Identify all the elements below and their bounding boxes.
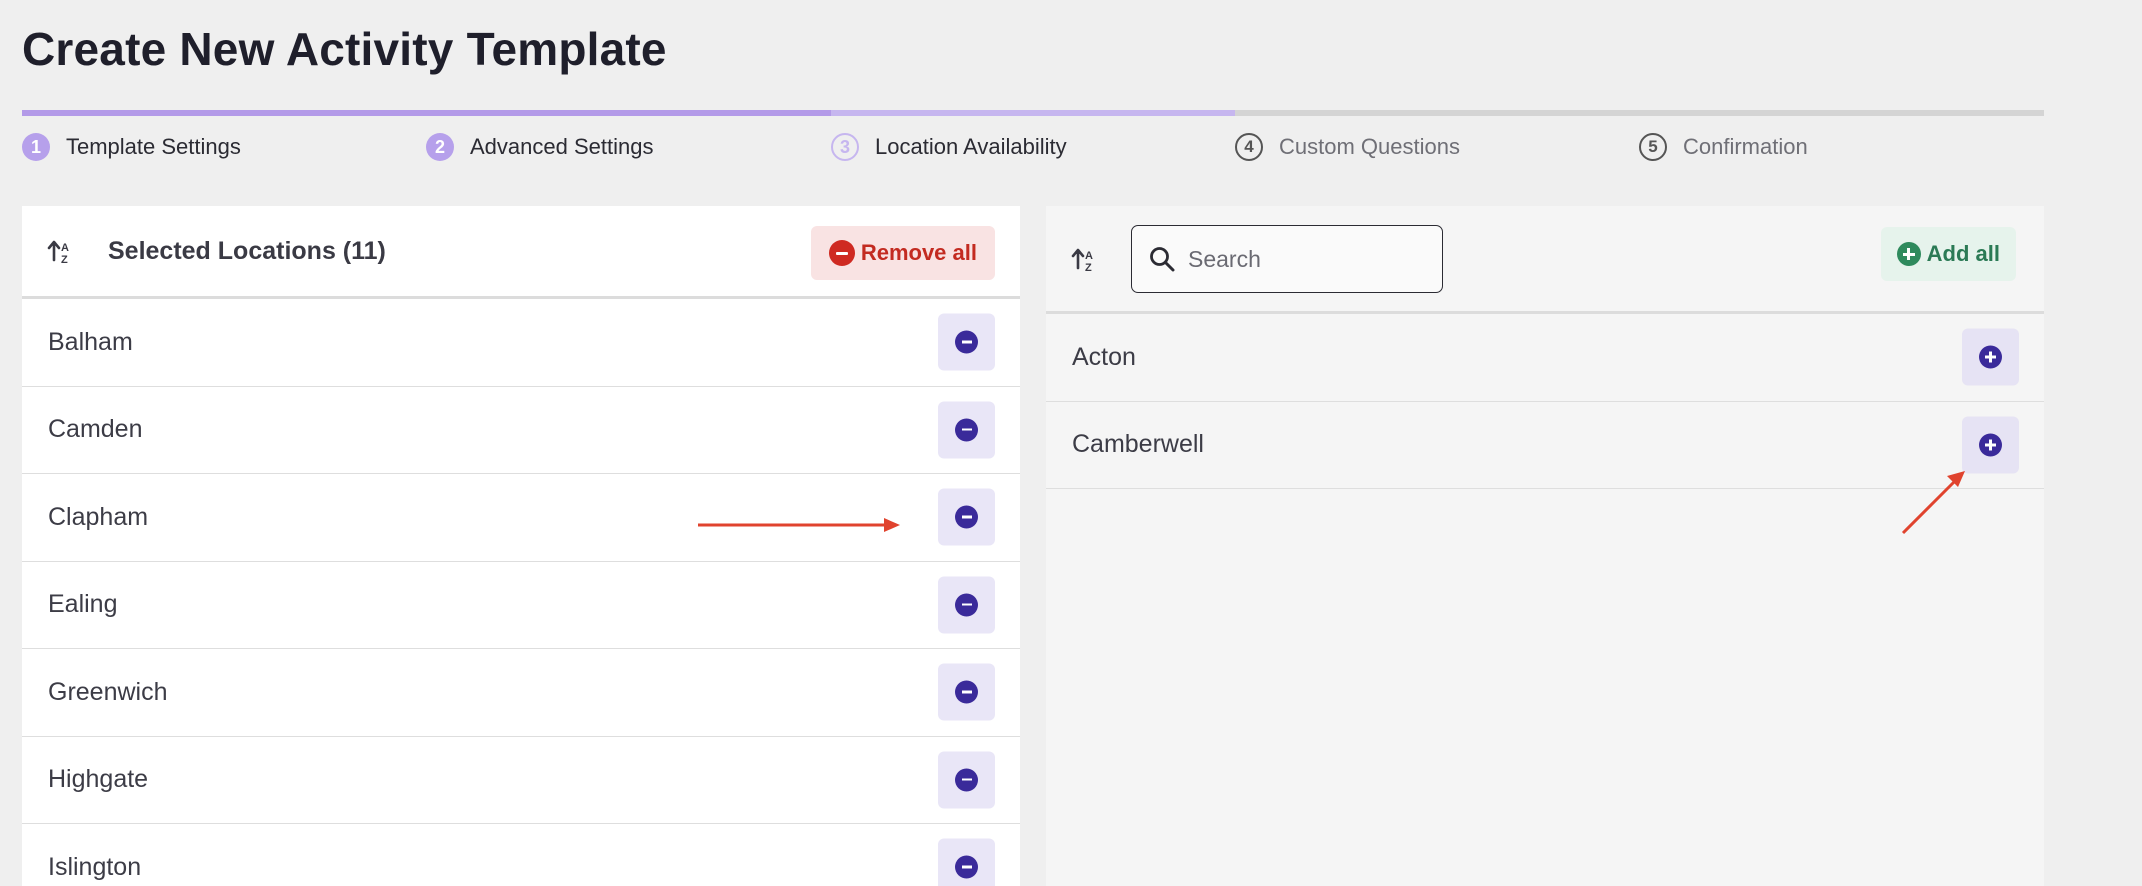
- minus-circle-icon: [955, 768, 978, 792]
- list-item: Greenwich: [22, 649, 1020, 737]
- step-number: 3: [831, 133, 859, 161]
- location-name: Acton: [1072, 342, 1136, 371]
- step-label: Advanced Settings: [470, 134, 654, 159]
- add-all-label: Add all: [1926, 241, 2000, 266]
- step-label: Confirmation: [1683, 134, 1808, 159]
- available-panel-header: A Z Add all: [1046, 206, 2044, 314]
- location-name: Ealing: [48, 590, 118, 619]
- minus-circle-icon: [955, 680, 978, 704]
- step-label: Custom Questions: [1279, 134, 1460, 159]
- page-title: Create New Activity Template: [22, 23, 667, 75]
- list-item: Clapham: [22, 474, 1020, 562]
- add-location-button[interactable]: [1962, 328, 2019, 386]
- step-template-settings[interactable]: 1 Template Settings: [22, 130, 241, 164]
- location-name: Camden: [48, 415, 143, 444]
- location-name: Clapham: [48, 502, 149, 531]
- svg-text:A: A: [1085, 250, 1093, 262]
- remove-location-button[interactable]: [938, 838, 995, 886]
- step-number: 4: [1235, 133, 1263, 161]
- add-all-button[interactable]: Add all: [1880, 227, 2016, 281]
- remove-all-button[interactable]: Remove all: [810, 226, 995, 280]
- location-name: Camberwell: [1072, 430, 1204, 459]
- add-location-button[interactable]: [1962, 416, 2019, 474]
- remove-location-button[interactable]: [938, 576, 995, 634]
- selected-panel-header: A Z Selected Locations (11) Remove all: [22, 206, 1020, 299]
- step-label: Location Availability: [875, 134, 1067, 159]
- remove-location-button[interactable]: [938, 488, 995, 546]
- location-name: Greenwich: [48, 677, 168, 706]
- available-locations-panel: A Z Add all Acton Camberwell: [1046, 206, 2044, 886]
- remove-all-label: Remove all: [860, 240, 977, 265]
- step-confirmation[interactable]: 5 Confirmation: [1639, 130, 1808, 164]
- search-field: [1131, 225, 1443, 293]
- search-icon: [1150, 247, 1175, 272]
- minus-circle-icon: [955, 418, 978, 442]
- list-item: Camberwell: [1046, 402, 2044, 489]
- list-item: Islington: [22, 824, 1020, 886]
- progress-fill-complete: [22, 110, 831, 116]
- svg-text:Z: Z: [1085, 262, 1092, 274]
- plus-circle-icon: [1979, 433, 2002, 457]
- minus-circle-icon: [955, 505, 978, 529]
- minus-circle-icon: [955, 330, 978, 354]
- svg-text:Z: Z: [61, 254, 68, 266]
- list-item: Ealing: [22, 562, 1020, 649]
- plus-circle-icon: [1896, 242, 1921, 266]
- list-item: Highgate: [22, 737, 1020, 824]
- step-label: Template Settings: [66, 134, 241, 159]
- step-number: 1: [22, 133, 50, 161]
- step-custom-questions[interactable]: 4 Custom Questions: [1235, 130, 1460, 164]
- list-item: Camden: [22, 387, 1020, 474]
- minus-circle-icon: [955, 593, 978, 617]
- svg-text:A: A: [61, 242, 69, 254]
- sort-icon[interactable]: A Z: [46, 236, 76, 266]
- location-name: Islington: [48, 852, 142, 881]
- minus-circle-icon: [955, 855, 978, 879]
- progress-fill-current: [831, 110, 1235, 116]
- location-name: Balham: [48, 327, 133, 356]
- list-item: Balham: [22, 299, 1020, 387]
- remove-location-button[interactable]: [938, 401, 995, 459]
- plus-circle-icon: [1979, 345, 2002, 369]
- location-name: Highgate: [48, 765, 149, 794]
- step-number: 2: [426, 133, 454, 161]
- list-item: Acton: [1046, 314, 2044, 402]
- panel-title: Selected Locations (11): [108, 236, 386, 265]
- step-location-availability[interactable]: 3 Location Availability: [831, 130, 1067, 164]
- step-number: 5: [1639, 133, 1667, 161]
- remove-location-button[interactable]: [938, 313, 995, 371]
- sort-icon[interactable]: A Z: [1070, 244, 1100, 274]
- remove-location-button[interactable]: [938, 751, 995, 809]
- remove-location-button[interactable]: [938, 663, 995, 721]
- remove-circle-icon: [828, 240, 855, 266]
- search-input[interactable]: [1188, 245, 1428, 273]
- selected-locations-panel: A Z Selected Locations (11) Remove all B…: [22, 206, 1020, 886]
- step-advanced-settings[interactable]: 2 Advanced Settings: [426, 130, 653, 164]
